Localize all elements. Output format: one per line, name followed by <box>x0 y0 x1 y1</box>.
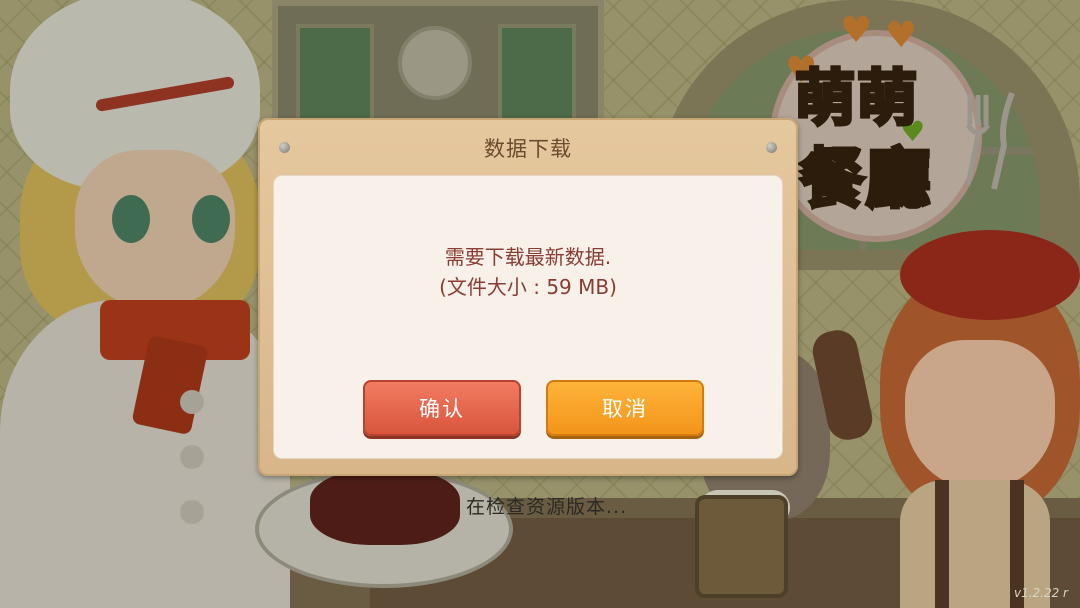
fork-knife-icon <box>965 91 1015 190</box>
waitress-bow <box>900 230 1080 320</box>
chef-eye <box>192 195 230 243</box>
chef-eye <box>112 195 150 243</box>
dialog-title: 数据下载 <box>484 137 572 161</box>
message-line: 需要下载最新数据. <box>444 245 612 269</box>
waitress-face <box>905 340 1055 490</box>
heart-icon: ♥ <box>840 10 873 51</box>
coat-button <box>180 390 204 414</box>
dialog-body: 需要下载最新数据. (文件大小 : 59 MB) <box>274 176 782 458</box>
file-size-line: (文件大小 : 59 MB) <box>439 275 617 299</box>
overall-strap <box>935 480 949 608</box>
dialog-message: 需要下载最新数据. (文件大小 : 59 MB) <box>274 242 782 302</box>
beer-mug <box>695 495 788 598</box>
coat-button <box>180 445 204 469</box>
cancel-button[interactable]: 取消 <box>546 380 704 436</box>
loading-status: 在检查资源版本... <box>466 496 628 518</box>
logo-text-bottom: 餐廳 <box>798 141 932 219</box>
confirm-button[interactable]: 确认 <box>363 380 521 436</box>
game-logo: ♥ ♥ ♥ ♥ 萌萌 餐廳 <box>760 10 1030 242</box>
download-dialog: 数据下载 需要下载最新数据. (文件大小 : 59 MB) 确认 取消 <box>258 118 798 476</box>
decor-plate <box>398 26 472 100</box>
version-label: v1.2.22 r <box>1013 586 1068 600</box>
coat-button <box>180 500 204 524</box>
steak <box>310 470 460 545</box>
logo-text-top: 萌萌 <box>793 62 919 136</box>
